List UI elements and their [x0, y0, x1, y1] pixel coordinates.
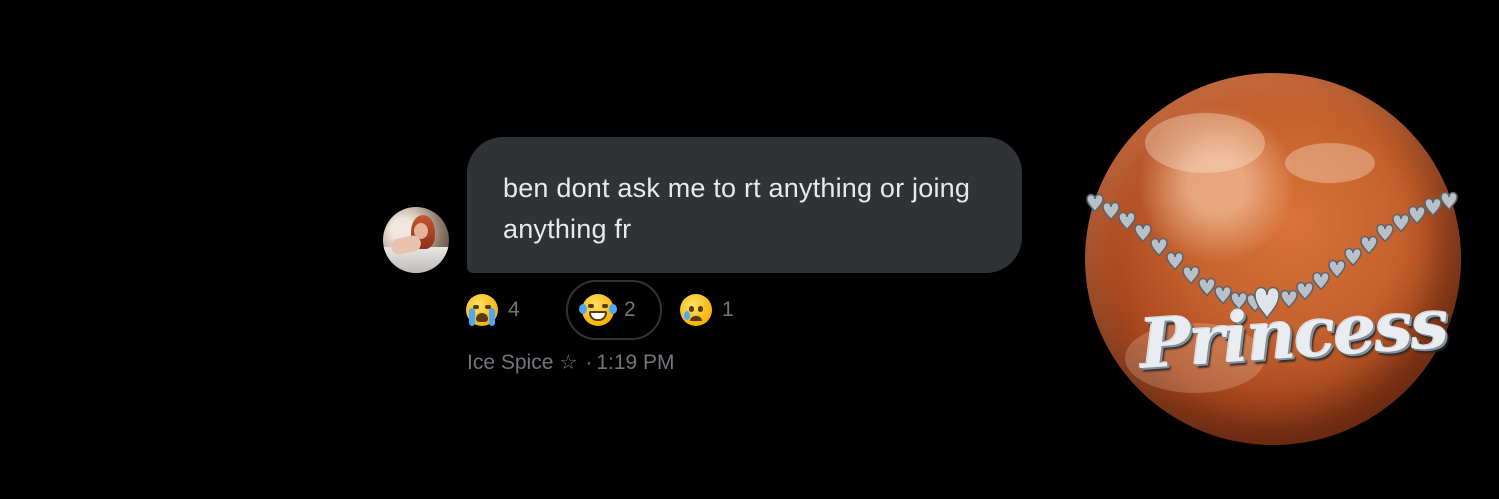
sender-avatar[interactable] — [383, 207, 449, 273]
message-meta: Ice Spice ☆ · 1:19 PM — [467, 350, 675, 375]
reaction-count: 4 — [508, 298, 520, 321]
star-icon: ☆ — [559, 352, 578, 374]
message-text: ben dont ask me to rt anything or joing … — [503, 173, 971, 244]
loudly-crying-emoji-icon — [466, 294, 498, 326]
reaction-count: 2 — [624, 298, 636, 321]
sender-name[interactable]: Ice Spice — [467, 351, 553, 375]
reaction-count: 1 — [722, 298, 734, 321]
reaction-loudly-crying[interactable]: 4 — [460, 280, 558, 340]
necklace-chain — [1086, 191, 1458, 320]
banner: ben dont ask me to rt anything or joing … — [0, 0, 1499, 499]
meta-separator: · — [585, 350, 593, 374]
message-bubble[interactable]: ben dont ask me to rt anything or joing … — [467, 137, 1022, 273]
reaction-tears-of-joy[interactable]: 2 — [566, 280, 662, 340]
message-time: 1:19 PM — [596, 350, 675, 374]
reaction-bar: 4 2 1 — [460, 280, 734, 340]
tears-of-joy-emoji-icon — [579, 294, 617, 326]
crying-face-emoji-icon — [680, 294, 712, 326]
princess-pendant: Princess — [1137, 283, 1450, 385]
reaction-crying-face[interactable]: 1 — [680, 280, 734, 340]
